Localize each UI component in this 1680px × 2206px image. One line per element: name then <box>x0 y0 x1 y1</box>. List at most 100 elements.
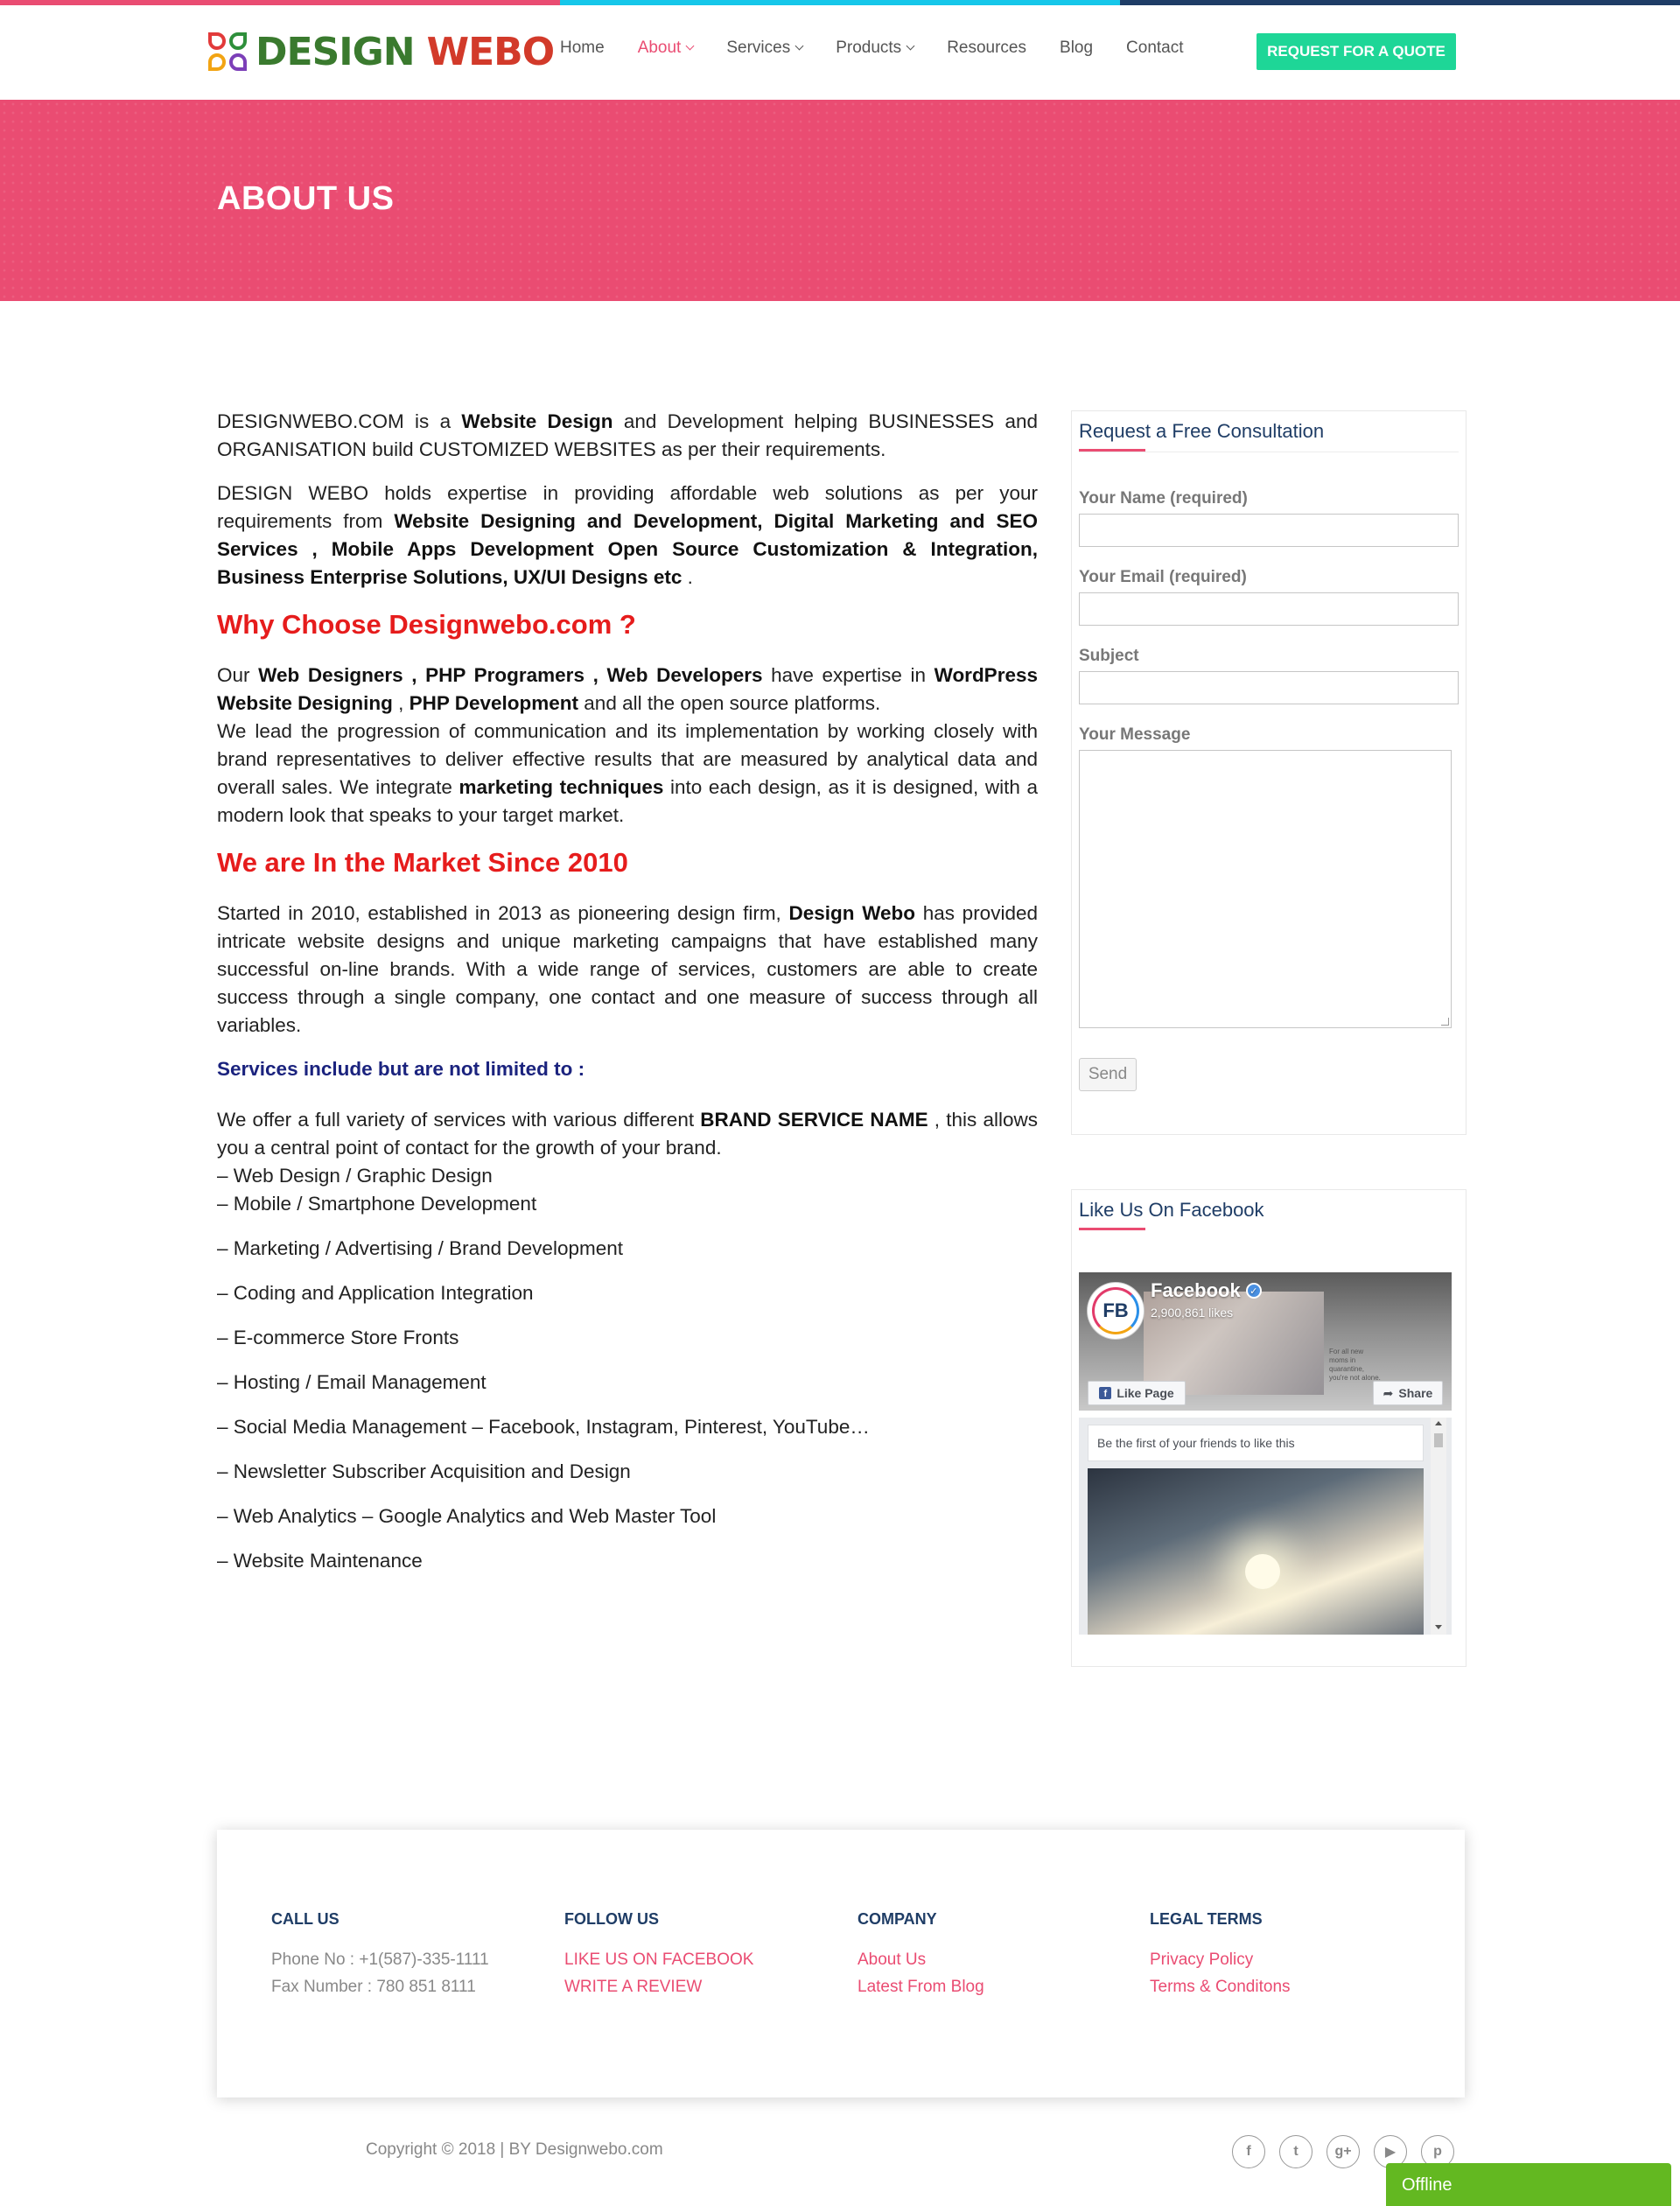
footer-follow-us: FOLLOW US LIKE US ON FACEBOOK WRITE A RE… <box>564 1910 827 2000</box>
name-label: Your Name (required) <box>1079 489 1248 508</box>
fax-number: Fax Number : 780 851 8111 <box>271 1978 476 1996</box>
like-facebook-link[interactable]: LIKE US ON FACEBOOK <box>564 1946 827 1973</box>
write-review-link[interactable]: WRITE A REVIEW <box>564 1973 827 2000</box>
email-label: Your Email (required) <box>1079 568 1247 586</box>
services-heading: Services include but are not limited to … <box>217 1058 585 1080</box>
consultation-title: Request a Free Consultation <box>1079 420 1324 452</box>
facebook-page-plugin: For all new moms in quarantine, you're n… <box>1079 1272 1452 1635</box>
list-item: – E-commerce Store Fronts <box>217 1327 459 1348</box>
footer-company: COMPANY About Us Latest From Blog <box>858 1910 1120 2000</box>
nav-label: Contact <box>1126 39 1184 57</box>
page-title: ABOUT US <box>217 180 395 217</box>
privacy-policy-link[interactable]: Privacy Policy <box>1150 1946 1412 1973</box>
services-intro: We offer a full variety of services with… <box>217 1106 1038 1162</box>
share-label: Share <box>1398 1386 1433 1400</box>
list-item: – Marketing / Advertising / Brand Develo… <box>217 1237 623 1259</box>
email-field[interactable] <box>1079 592 1459 626</box>
text-bold: PHP Development <box>409 692 579 714</box>
expertise-paragraph: DESIGN WEBO holds expertise in providing… <box>217 480 1038 592</box>
chat-offline-tab[interactable]: Offline <box>1386 2163 1671 2206</box>
about-us-link[interactable]: About Us <box>858 1946 1120 1973</box>
avatar-label: FB <box>1092 1287 1139 1334</box>
nav-products[interactable]: Products <box>836 39 915 58</box>
google-plus-icon[interactable]: g+ <box>1326 2135 1360 2168</box>
list-item: – Coding and Application Integration <box>217 1282 534 1304</box>
subject-label: Subject <box>1079 647 1139 665</box>
nav-home[interactable]: Home <box>560 39 605 58</box>
text-bold: marketing techniques <box>458 776 664 798</box>
text: Our <box>217 664 259 686</box>
send-button[interactable]: Send <box>1079 1058 1137 1091</box>
nav-about[interactable]: About <box>637 39 695 58</box>
text: We offer a full variety of services with… <box>217 1109 701 1131</box>
cover-note: For all new moms in quarantine, you're n… <box>1329 1348 1381 1382</box>
facebook-avatar[interactable]: FB <box>1088 1283 1144 1339</box>
text-bold: Design Webo <box>788 902 916 924</box>
logo-flower-icon <box>208 32 248 73</box>
market-since-heading: We are In the Market Since 2010 <box>217 847 628 878</box>
nav-resources[interactable]: Resources <box>947 39 1026 58</box>
logo-word-design: DESIGN <box>256 30 416 74</box>
scroll-down-icon[interactable] <box>1435 1625 1442 1629</box>
facebook-page-name[interactable]: Facebook ✓ <box>1151 1279 1262 1302</box>
nav-label: Blog <box>1060 39 1094 57</box>
nav-services[interactable]: Services <box>726 39 804 58</box>
nav-label: Home <box>560 39 605 57</box>
text: , <box>392 692 410 714</box>
history-paragraph: Started in 2010, established in 2013 as … <box>217 900 1038 1040</box>
nav-label: About <box>637 39 682 57</box>
nav-label: Products <box>836 39 902 57</box>
team-paragraph: Our Web Designers , PHP Programers , Web… <box>217 662 1038 718</box>
nav-blog[interactable]: Blog <box>1060 39 1093 58</box>
scroll-thumb[interactable] <box>1434 1433 1443 1447</box>
page-hero: ABOUT US <box>0 100 1680 301</box>
text-bold: BRAND SERVICE NAME <box>700 1109 928 1131</box>
facebook-icon: f <box>1099 1387 1112 1399</box>
copyright-text: Copyright © 2018 | BY Designwebo.com <box>366 2140 663 2159</box>
scroll-up-icon[interactable] <box>1435 1421 1442 1425</box>
list-item: – Mobile / Smartphone Development <box>217 1193 537 1215</box>
friends-like-notice: Be the first of your friends to like thi… <box>1088 1425 1424 1461</box>
facebook-share-button[interactable]: ➦ Share <box>1373 1381 1443 1405</box>
facebook-cover[interactable]: For all new moms in quarantine, you're n… <box>1079 1272 1452 1411</box>
chevron-down-icon <box>794 41 804 51</box>
list-item: – Website Maintenance <box>217 1550 423 1572</box>
share-arrow-icon: ➦ <box>1382 1385 1394 1400</box>
chevron-down-icon <box>906 41 915 51</box>
text: have expertise in <box>762 664 934 686</box>
feed-scrollbar[interactable] <box>1431 1418 1446 1635</box>
footer-heading: COMPANY <box>858 1910 937 1928</box>
message-label: Your Message <box>1079 725 1191 744</box>
text: . <box>682 566 693 588</box>
facebook-post-image[interactable] <box>1088 1468 1424 1635</box>
list-item: – Web Analytics – Google Analytics and W… <box>217 1505 717 1527</box>
footer-card: CALL US Phone No : +1(587)-335-1111 Fax … <box>217 1830 1465 2097</box>
logo-text: DESIGN WEBO <box>256 30 555 74</box>
message-field[interactable] <box>1079 750 1452 1028</box>
chevron-down-icon <box>685 41 695 51</box>
footer-heading: LEGAL TERMS <box>1150 1910 1263 1928</box>
footer-heading: CALL US <box>271 1910 340 1928</box>
verified-badge-icon: ✓ <box>1245 1283 1262 1299</box>
progression-paragraph: We lead the progression of communication… <box>217 718 1038 830</box>
text: DESIGNWEBO.COM is a <box>217 410 462 432</box>
nav-contact[interactable]: Contact <box>1126 39 1183 58</box>
list-item: – Web Design / Graphic Design <box>217 1165 493 1187</box>
nav-label: Services <box>726 39 791 57</box>
why-choose-heading: Why Choose Designwebo.com ? <box>217 609 636 640</box>
facebook-like-page-button[interactable]: f Like Page <box>1088 1381 1186 1405</box>
request-quote-button[interactable]: REQUEST FOR A QUOTE <box>1256 33 1456 70</box>
sun-glare <box>1245 1554 1280 1589</box>
name-field[interactable] <box>1079 514 1459 547</box>
facebook-likes-count: 2,900,861 likes <box>1151 1306 1234 1320</box>
list-item: – Hosting / Email Management <box>217 1371 486 1393</box>
facebook-feed: Be the first of your friends to like thi… <box>1079 1418 1452 1635</box>
latest-blog-link[interactable]: Latest From Blog <box>858 1973 1120 2000</box>
subject-field[interactable] <box>1079 671 1459 704</box>
site-logo[interactable]: DESIGN WEBO <box>208 28 555 77</box>
terms-link[interactable]: Terms & Conditons <box>1150 1973 1412 2000</box>
consultation-widget: Request a Free Consultation Your Name (r… <box>1071 410 1466 1135</box>
text: Started in 2010, established in 2013 as … <box>217 902 789 924</box>
twitter-icon[interactable]: t <box>1279 2135 1312 2168</box>
facebook-icon[interactable]: f <box>1232 2135 1265 2168</box>
